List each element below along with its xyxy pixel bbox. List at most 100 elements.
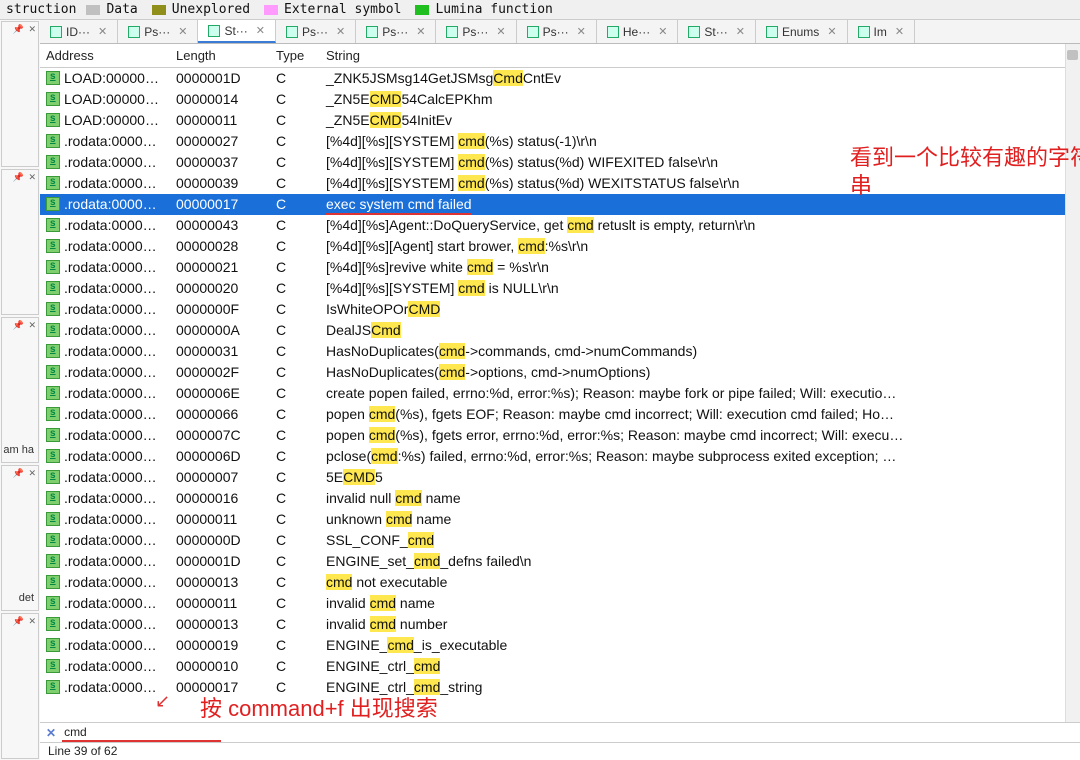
- cell-string: ENGINE_ctrl_cmd_string: [320, 677, 1065, 698]
- table-row[interactable]: .rodata:00000…00000017Cexec system cmd f…: [40, 194, 1065, 215]
- table-row[interactable]: .rodata:00000…0000007CCpopen cmd(%s), fg…: [40, 425, 1065, 446]
- table-row[interactable]: .rodata:00000…00000007C5ECMD5: [40, 467, 1065, 488]
- table-row[interactable]: .rodata:00000…00000043C[%4d][%s]Agent::D…: [40, 215, 1065, 236]
- tab-close-icon[interactable]: ✕: [178, 25, 187, 38]
- side-panel[interactable]: ✕📌det: [1, 465, 39, 611]
- panel-close-icon[interactable]: ✕: [28, 616, 36, 627]
- table-row[interactable]: .rodata:00000…00000013Ccmd not executabl…: [40, 572, 1065, 593]
- tab[interactable]: Ps···✕: [356, 20, 436, 43]
- panel-close-icon[interactable]: ✕: [28, 320, 36, 331]
- table-row[interactable]: .rodata:00000…00000021C[%4d][%s]revive w…: [40, 257, 1065, 278]
- table-row[interactable]: .rodata:00000…00000013Cinvalid cmd numbe…: [40, 614, 1065, 635]
- tab-label: St···: [224, 24, 247, 38]
- tab-close-icon[interactable]: ✕: [827, 25, 836, 38]
- tab-close-icon[interactable]: ✕: [336, 25, 345, 38]
- table-row[interactable]: .rodata:00000…00000028C[%4d][%s][Agent] …: [40, 236, 1065, 257]
- table-row[interactable]: .rodata:00000…00000016Cinvalid null cmd …: [40, 488, 1065, 509]
- table-row[interactable]: .rodata:00000…00000066Cpopen cmd(%s), fg…: [40, 404, 1065, 425]
- table-row[interactable]: .rodata:00000…0000000FCIsWhiteOPOrCMD: [40, 299, 1065, 320]
- cell-length: 00000027: [170, 131, 270, 152]
- cell-string: [%4d][%s][SYSTEM] cmd(%s) status(%d) WIF…: [320, 152, 1065, 173]
- table-row[interactable]: .rodata:00000…00000017CENGINE_ctrl_cmd_s…: [40, 677, 1065, 698]
- cell-address: .rodata:00000…: [40, 320, 170, 341]
- tab[interactable]: St··· ✕: [198, 20, 276, 43]
- tab-close-icon[interactable]: ✕: [577, 25, 586, 38]
- table-row[interactable]: .rodata:00000…00000020C[%4d][%s][SYSTEM]…: [40, 278, 1065, 299]
- cell-string: exec system cmd failed: [320, 194, 1065, 215]
- scrollbar-thumb[interactable]: [1067, 50, 1078, 60]
- col-type[interactable]: Type: [270, 44, 320, 68]
- table-row[interactable]: .rodata:00000…00000027C[%4d][%s][SYSTEM]…: [40, 131, 1065, 152]
- table-row[interactable]: .rodata:00000…00000037C[%4d][%s][SYSTEM]…: [40, 152, 1065, 173]
- tab-close-icon[interactable]: ✕: [895, 25, 904, 38]
- cell-address: .rodata:00000…: [40, 383, 170, 404]
- cell-address: .rodata:00000…: [40, 173, 170, 194]
- table-row[interactable]: .rodata:00000…00000019CENGINE_cmd_is_exe…: [40, 635, 1065, 656]
- search-input[interactable]: [62, 724, 221, 742]
- side-panel[interactable]: ✕📌am ha: [1, 317, 39, 463]
- tab[interactable]: Ps··· ✕: [276, 20, 356, 43]
- table-row[interactable]: .rodata:00000…0000002FCHasNoDuplicates(c…: [40, 362, 1065, 383]
- panel-pin-icon[interactable]: 📌: [13, 468, 24, 479]
- panel-close-icon[interactable]: ✕: [28, 468, 36, 479]
- panel-close-icon[interactable]: ✕: [28, 24, 36, 35]
- table-row[interactable]: .rodata:00000…00000011Cunknown cmd name: [40, 509, 1065, 530]
- tab-label: Ps···: [302, 25, 328, 39]
- table-row[interactable]: .rodata:00000…0000000DCSSL_CONF_cmd: [40, 530, 1065, 551]
- tab[interactable]: ID···✕: [40, 20, 118, 43]
- cell-type: C: [270, 446, 320, 467]
- table-row[interactable]: .rodata:00000…00000010CENGINE_ctrl_cmd: [40, 656, 1065, 677]
- cell-type: C: [270, 425, 320, 446]
- cell-address: .rodata:00000…: [40, 593, 170, 614]
- tab-icon: [286, 26, 298, 38]
- tab-close-icon[interactable]: ✕: [416, 25, 425, 38]
- tab[interactable]: St···✕: [678, 20, 756, 43]
- table-row[interactable]: .rodata:00000…0000000ACDealJSCmd: [40, 320, 1065, 341]
- panel-pin-icon[interactable]: 📌: [13, 24, 24, 35]
- tab-close-icon[interactable]: ✕: [496, 25, 505, 38]
- tab-close-icon[interactable]: ✕: [658, 25, 667, 38]
- cell-type: C: [270, 635, 320, 656]
- string-icon: [46, 218, 60, 232]
- cell-length: 0000002F: [170, 362, 270, 383]
- panel-pin-icon[interactable]: 📌: [13, 616, 24, 627]
- cell-length: 0000001D: [170, 68, 270, 89]
- table-row[interactable]: .rodata:00000…0000006DCpclose(cmd:%s) fa…: [40, 446, 1065, 467]
- table-row[interactable]: LOAD:00000…00000011C_ZN5ECMD54InitEv: [40, 110, 1065, 131]
- table-row[interactable]: .rodata:00000…00000031CHasNoDuplicates(c…: [40, 341, 1065, 362]
- cell-string: popen cmd(%s), fgets EOF; Reason: maybe …: [320, 404, 1065, 425]
- col-length[interactable]: Length: [170, 44, 270, 68]
- string-icon: [46, 155, 60, 169]
- col-string[interactable]: String: [320, 44, 1065, 68]
- vertical-scrollbar[interactable]: [1065, 44, 1080, 722]
- panel-pin-icon[interactable]: 📌: [13, 320, 24, 331]
- table-row[interactable]: .rodata:00000…00000039C[%4d][%s][SYSTEM]…: [40, 173, 1065, 194]
- tab[interactable]: Enums✕: [756, 20, 848, 43]
- search-close-icon[interactable]: ✕: [40, 726, 62, 740]
- tab[interactable]: Im✕: [848, 20, 916, 43]
- tab-close-icon[interactable]: ✕: [256, 24, 265, 37]
- tab[interactable]: Ps···✕: [436, 20, 516, 43]
- panel-pin-icon[interactable]: 📌: [13, 172, 24, 183]
- side-panel[interactable]: ✕📌: [1, 21, 39, 167]
- col-address[interactable]: Address: [40, 44, 170, 68]
- cell-address: LOAD:00000…: [40, 89, 170, 110]
- cell-type: C: [270, 467, 320, 488]
- side-panel[interactable]: ✕📌: [1, 613, 39, 759]
- table-row[interactable]: .rodata:00000…0000006ECcreate popen fail…: [40, 383, 1065, 404]
- cell-length: 00000039: [170, 173, 270, 194]
- table-row[interactable]: LOAD:00000…0000001DC_ZNK5JSMsg14GetJSMsg…: [40, 68, 1065, 89]
- tab-close-icon[interactable]: ✕: [98, 25, 107, 38]
- tab[interactable]: Ps···✕: [517, 20, 597, 43]
- string-icon: [46, 113, 60, 127]
- tab[interactable]: He···✕: [597, 20, 679, 43]
- side-panel[interactable]: ✕📌: [1, 169, 39, 315]
- cell-length: 00000031: [170, 341, 270, 362]
- table-row[interactable]: LOAD:00000…00000014C_ZN5ECMD54CalcEPKhm: [40, 89, 1065, 110]
- tab-close-icon[interactable]: ✕: [736, 25, 745, 38]
- table-row[interactable]: .rodata:00000…00000011Cinvalid cmd name: [40, 593, 1065, 614]
- panel-close-icon[interactable]: ✕: [28, 172, 36, 183]
- cell-type: C: [270, 488, 320, 509]
- tab[interactable]: Ps···✕: [118, 20, 198, 43]
- table-row[interactable]: .rodata:00000…0000001DCENGINE_set_cmd_de…: [40, 551, 1065, 572]
